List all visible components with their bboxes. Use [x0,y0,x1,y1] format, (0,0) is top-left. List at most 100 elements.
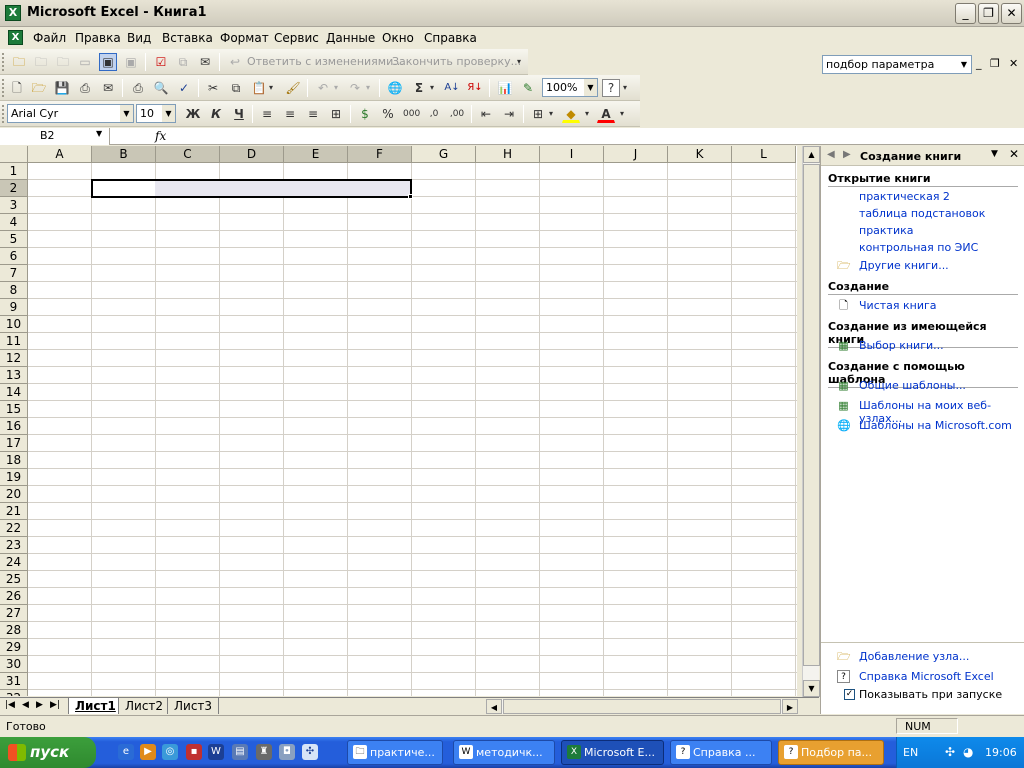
menu-edit[interactable]: Правка [75,31,121,45]
column-header[interactable]: E [284,146,348,163]
increase-indent-icon[interactable]: ⇥ [500,105,518,123]
row-header[interactable]: 26 [0,588,28,605]
hyperlink-icon[interactable]: 🌐 [386,79,404,97]
reply-with-changes-button[interactable]: Ответить с изменениями... [247,55,404,68]
permission-icon[interactable]: ⎙ [76,79,94,97]
row-header[interactable]: 24 [0,554,28,571]
row-header[interactable]: 3 [0,197,28,214]
sheet-tab-1[interactable]: Лист1 [68,698,123,714]
new-icon[interactable]: 🗋 [8,79,26,97]
redo-dropdown-icon[interactable]: ▾ [363,79,373,97]
email-icon[interactable]: ✉ [99,79,117,97]
image-icon[interactable]: ▭ [76,53,94,71]
align-center-icon[interactable]: ≡ [281,105,299,123]
compare-icon[interactable]: ⧉ [174,53,192,71]
fill-handle[interactable] [408,194,413,199]
row-header[interactable]: 28 [0,622,28,639]
row-header[interactable]: 8 [0,282,28,299]
add-network-place-link[interactable]: Добавление узла... [859,650,969,663]
choose-workbook-link[interactable]: Выбор книги... [859,339,944,352]
chevron-down-icon[interactable]: ▼ [991,149,998,159]
row-header[interactable]: 27 [0,605,28,622]
blank-workbook-link[interactable]: Чистая книга [859,299,937,312]
scroll-thumb[interactable] [803,164,820,666]
scroll-right-icon[interactable]: ▶ [782,699,798,714]
chevron-down-icon[interactable]: ▼ [96,129,102,138]
formula-input[interactable] [172,128,1024,145]
menu-data[interactable]: Данные [326,31,375,45]
font-select[interactable]: Arial Cyr ▼ [7,104,134,123]
sort-descending-icon[interactable]: Я↓ [466,79,484,97]
recent-file-link[interactable]: практика [859,224,914,237]
row-header[interactable]: 18 [0,452,28,469]
row-header[interactable]: 12 [0,350,28,367]
column-header[interactable]: F [348,146,412,163]
chevron-down-icon[interactable]: ▼ [584,79,597,96]
font-color-dropdown-icon[interactable]: ▾ [617,105,627,123]
percent-button[interactable]: % [379,105,397,123]
align-left-icon[interactable]: ≡ [258,105,276,123]
send-icon[interactable]: ✉ [196,53,214,71]
row-header[interactable]: 9 [0,299,28,316]
doc-restore-button[interactable]: ❐ [990,57,1000,70]
chart-wizard-icon[interactable]: 📊 [496,79,514,97]
zoom-select[interactable]: 100% ▼ [542,78,598,97]
ms-templates-link[interactable]: Шаблоны на Microsoft.com [859,419,1012,432]
end-review-button[interactable]: Закончить проверку... [392,55,521,68]
row-header[interactable]: 7 [0,265,28,282]
taskbar-button-active[interactable]: X Microsoft E... [561,740,664,765]
prev-sheet-icon[interactable]: ◀ [22,700,29,710]
fill-color-icon[interactable]: ◆ [562,105,580,123]
print-preview-icon[interactable]: 🔍 [152,79,170,97]
menu-view[interactable]: Вид [127,31,151,45]
drawing-icon[interactable]: ✎ [519,79,537,97]
row-header[interactable]: 16 [0,418,28,435]
column-header[interactable]: J [604,146,668,163]
row-header[interactable]: 2 [0,180,28,197]
close-icon[interactable]: ✕ [1009,147,1019,161]
recent-file-link[interactable]: практическая 2 [859,190,950,203]
document-icon[interactable]: X [8,30,23,45]
row-header[interactable]: 5 [0,231,28,248]
save-icon[interactable]: 💾 [53,79,71,97]
row-header[interactable]: 22 [0,520,28,537]
explorer-icon[interactable]: ◎ [162,744,178,760]
column-header[interactable]: G [412,146,476,163]
restore-button[interactable]: ❐ [978,3,999,24]
align-right-icon[interactable]: ≡ [304,105,322,123]
tray-icon[interactable]: ◕ [963,745,973,759]
horizontal-scrollbar[interactable]: ◀ ▶ [486,699,798,714]
column-header[interactable]: B [92,146,156,163]
chevron-down-icon[interactable]: ▼ [957,56,971,73]
scroll-thumb-h[interactable] [503,699,781,714]
taskbar-button[interactable]: ? Подбор па... [778,740,884,765]
redo-icon[interactable]: ↷ [346,79,364,97]
folder-gray-icon-2[interactable]: 🗀 [54,53,72,71]
taskbar-button[interactable]: 🗀 практиче... [347,740,443,765]
column-header[interactable]: A [28,146,92,163]
paste-dropdown-icon[interactable]: ▾ [266,79,276,97]
worksheet-grid[interactable]: ABCDEFGHIJKL 1 2 3 4 5 6 7 8 9 10 11 12 13 14 15 16 17 18… [0,146,797,696]
sheet-tab-3[interactable]: Лист3 [167,698,220,714]
row-header[interactable]: 15 [0,401,28,418]
help-dropdown-icon[interactable]: ▾ [620,79,630,97]
row-header[interactable]: 14 [0,384,28,401]
checklist-icon[interactable]: ☑ [152,53,170,71]
font-size-select[interactable]: 10 ▼ [136,104,176,123]
row-header[interactable]: 30 [0,656,28,673]
fill-color-dropdown-icon[interactable]: ▾ [582,105,592,123]
column-header[interactable]: H [476,146,540,163]
spelling-icon[interactable]: ✓ [175,79,193,97]
sheet-tab-2[interactable]: Лист2 [118,698,171,714]
row-header[interactable]: 13 [0,367,28,384]
vertical-scrollbar[interactable]: ▲ ▼ [802,146,820,697]
doc-close-button[interactable]: ✕ [1009,57,1018,70]
ask-question-box[interactable]: подбор параметра ▼ [822,55,972,74]
minimize-button[interactable]: _ [955,3,976,24]
currency-icon[interactable]: $ [356,105,374,123]
network-icon[interactable]: ✣ [302,744,318,760]
help-icon[interactable]: ? [602,79,620,97]
folder-icon[interactable]: 🗀 [10,53,28,71]
scroll-left-icon[interactable]: ◀ [486,699,502,714]
font-color-icon[interactable]: A [597,105,615,123]
